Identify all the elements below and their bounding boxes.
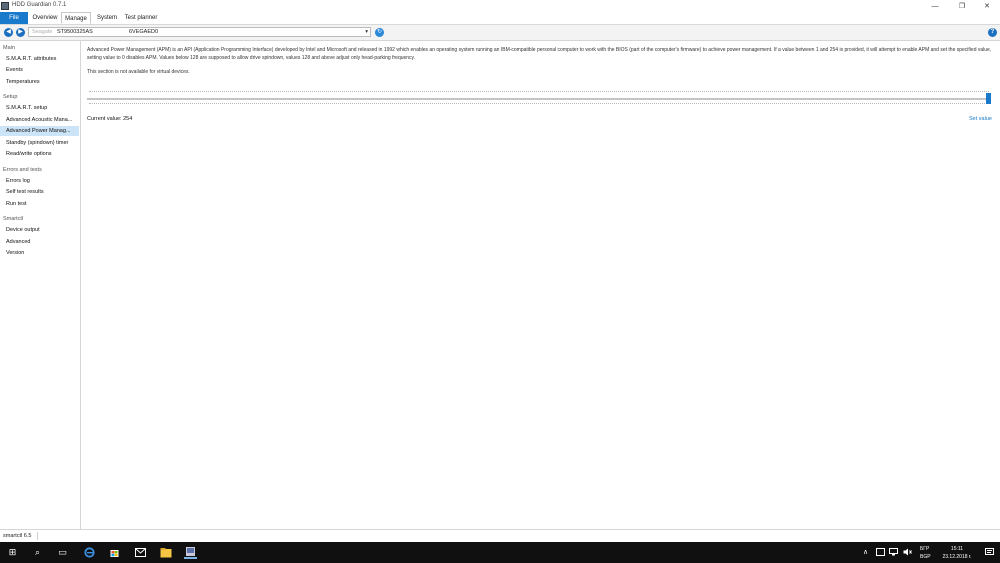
main-panel: Advanced Power Management (APM) is an AP… — [81, 41, 1000, 529]
tab-overview[interactable]: Overview — [30, 12, 60, 24]
slider-ticks-top — [89, 91, 989, 94]
back-button[interactable]: ◀ — [4, 28, 13, 37]
hdd-guardian-taskbar-icon[interactable] — [184, 546, 197, 559]
tab-test-planner[interactable]: Test planner — [123, 12, 159, 24]
refresh-button[interactable]: ↻ — [375, 28, 384, 37]
apm-description: Advanced Power Management (APM) is an AP… — [87, 47, 992, 61]
sidebar-group-main: Main — [3, 45, 15, 51]
toolbar: ◀ ▶ Seagate ST9500325AS 6VEGAED0 ▾ ↻ ? — [0, 25, 1000, 41]
taskbar: ⊞ ⌕ ▭ ∧ БГР BGP 15:11 23.12.2018 г. — [0, 542, 1000, 563]
task-view-icon[interactable]: ▭ — [56, 546, 69, 559]
forward-button[interactable]: ▶ — [16, 28, 25, 37]
apm-slider[interactable] — [87, 98, 991, 100]
slider-ticks-bottom — [89, 103, 989, 106]
tab-manage[interactable]: Manage — [61, 12, 91, 24]
notification-center-icon[interactable] — [985, 548, 994, 558]
sidebar-item-temperatures[interactable]: Temperatures — [0, 77, 79, 87]
drive-serial: 6VEGAED0 — [129, 29, 159, 35]
sidebar-item-errors-log[interactable]: Errors log — [0, 176, 79, 186]
sidebar-item-advanced[interactable]: Advanced — [0, 237, 79, 247]
sidebar-item-standby-timer[interactable]: Standby (spindown) timer — [0, 138, 79, 148]
sidebar-item-aam[interactable]: Advanced Acoustic Mana... — [0, 115, 79, 125]
language-indicator-top[interactable]: БГР — [920, 546, 929, 552]
mail-icon[interactable] — [134, 546, 147, 559]
title-bar: HDD Guardian 0.7.1 — ❐ ✕ — [0, 0, 1000, 12]
clock-time[interactable]: 15:11 — [940, 546, 974, 552]
sidebar-group-errors-tests: Errors and tests — [3, 167, 42, 173]
status-bar: smartctl 6.5 — [0, 529, 1000, 542]
virtual-devices-note: This section is not available for virtua… — [87, 69, 190, 75]
sidebar-item-self-test-results[interactable]: Self test results — [0, 187, 79, 197]
sidebar-item-smart-setup[interactable]: S.M.A.R.T. setup — [0, 103, 79, 113]
sidebar-item-version[interactable]: Version — [0, 248, 79, 258]
sidebar-group-setup: Setup — [3, 94, 18, 100]
tab-system[interactable]: System — [93, 12, 121, 24]
tray-app-icon[interactable] — [876, 548, 885, 558]
minimize-button[interactable]: — — [922, 0, 948, 12]
help-button[interactable]: ? — [988, 28, 997, 37]
network-icon[interactable] — [889, 548, 898, 558]
drive-model: ST9500325AS — [57, 29, 93, 35]
language-indicator-bottom[interactable]: BGP — [920, 554, 931, 560]
edge-browser-icon[interactable] — [83, 546, 96, 559]
file-explorer-icon[interactable] — [159, 546, 172, 559]
status-separator — [37, 532, 38, 540]
file-menu[interactable]: File — [0, 12, 28, 24]
menu-bar: File Overview Manage System Test planner — [0, 12, 1000, 25]
volume-icon[interactable] — [903, 548, 912, 558]
sidebar-item-read-write-options[interactable]: Read/write options — [0, 149, 79, 159]
clock-date[interactable]: 23.12.2018 г. — [934, 554, 980, 560]
apm-slider-thumb[interactable] — [986, 93, 991, 104]
set-value-button[interactable]: Set value — [969, 116, 992, 122]
sidebar-item-run-test[interactable]: Run test — [0, 199, 79, 209]
sidebar-item-smart-attributes[interactable]: S.M.A.R.T. attributes — [0, 54, 79, 64]
chevron-down-icon: ▾ — [365, 29, 368, 35]
status-text: smartctl 6.5 — [3, 533, 32, 539]
current-value-label: Current value: 254 — [87, 116, 133, 122]
maximize-button[interactable]: ❐ — [949, 0, 975, 12]
sidebar: Main S.M.A.R.T. attributes Events Temper… — [0, 41, 81, 529]
app-icon — [1, 2, 9, 10]
store-icon[interactable] — [108, 546, 121, 559]
sidebar-item-device-output[interactable]: Device output — [0, 225, 79, 235]
window-title: HDD Guardian 0.7.1 — [12, 2, 67, 8]
sidebar-item-apm[interactable]: Advanced Power Manag... — [0, 126, 79, 136]
sidebar-item-events[interactable]: Events — [0, 65, 79, 75]
drive-vendor: Seagate — [32, 29, 53, 35]
tray-overflow-icon[interactable]: ∧ — [863, 548, 868, 556]
search-icon[interactable]: ⌕ — [31, 546, 44, 559]
drive-selector[interactable]: Seagate ST9500325AS 6VEGAED0 ▾ — [28, 27, 371, 37]
start-icon[interactable]: ⊞ — [6, 546, 19, 559]
sidebar-group-smartctl: Smartctl — [3, 216, 24, 222]
close-button[interactable]: ✕ — [974, 0, 1000, 12]
